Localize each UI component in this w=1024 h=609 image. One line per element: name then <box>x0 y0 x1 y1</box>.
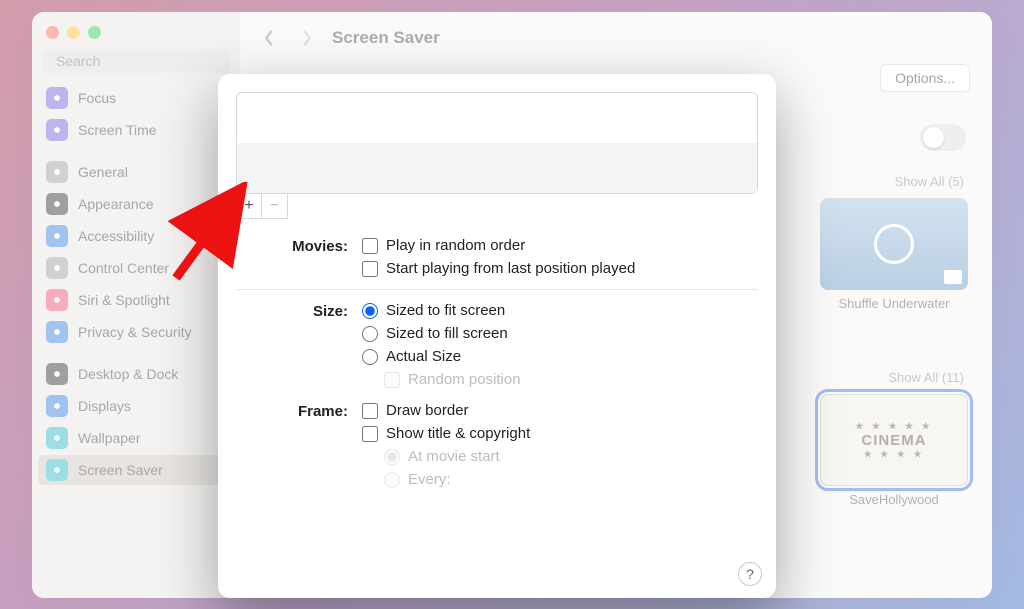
sidebar-item-screen-saver[interactable]: Screen Saver <box>38 455 234 485</box>
sidebar-item-label: Accessibility <box>78 228 154 244</box>
sidebar-item-displays[interactable]: Displays <box>38 391 234 421</box>
sidebar-item-privacy-security[interactable]: Privacy & Security <box>38 317 234 347</box>
sidebar-item-label: Displays <box>78 398 131 414</box>
sidebar-icon <box>46 395 68 417</box>
sidebar-item-control-center[interactable]: Control Center <box>38 253 234 283</box>
random-position-checkbox: Random position <box>384 371 758 388</box>
size-fill-radio[interactable]: Sized to fill screen <box>362 325 758 342</box>
sidebar-item-accessibility[interactable]: Accessibility <box>38 221 234 251</box>
window-controls <box>32 22 240 49</box>
sidebar-item-label: Wallpaper <box>78 430 141 446</box>
sidebar-item-label: Siri & Spotlight <box>78 292 170 308</box>
minimize-window-button[interactable] <box>67 26 80 39</box>
sidebar-item-label: Appearance <box>78 196 154 212</box>
sidebar-item-label: Focus <box>78 90 116 106</box>
thumb-preview <box>820 198 968 290</box>
chevron-left-icon <box>263 29 275 47</box>
screensaver-thumb-selected[interactable]: ★ ★ ★ ★ ★ CINEMA ★ ★ ★ ★ SaveHollywood <box>820 394 968 507</box>
sidebar-item-label: Screen Time <box>78 122 157 138</box>
sidebar-item-label: Desktop & Dock <box>78 366 178 382</box>
sidebar-item-label: General <box>78 164 128 180</box>
thumb-label: SaveHollywood <box>849 492 939 507</box>
sidebar-item-focus[interactable]: Focus <box>38 83 234 113</box>
sidebar-item-general[interactable]: General <box>38 157 234 187</box>
sidebar-item-wallpaper[interactable]: Wallpaper <box>38 423 234 453</box>
sidebar-icon <box>46 459 68 481</box>
options-sheet: + − Movies: Play in random order Start p… <box>218 74 776 598</box>
play-random-order-checkbox[interactable]: Play in random order <box>362 237 758 254</box>
sidebar-icon <box>46 225 68 247</box>
titlebar: Screen Saver <box>240 12 992 64</box>
remove-button[interactable]: − <box>262 194 287 218</box>
separator <box>236 289 758 290</box>
every-radio: Every: <box>384 471 758 488</box>
options-button[interactable]: Options... <box>880 64 970 92</box>
close-window-button[interactable] <box>46 26 59 39</box>
sidebar-list: Focus Screen Time General Appearance Accessi… <box>32 83 240 487</box>
thumb-label: Shuffle Underwater <box>838 296 949 311</box>
sidebar-icon <box>46 257 68 279</box>
sidebar-icon <box>46 289 68 311</box>
maximize-window-button[interactable] <box>88 26 101 39</box>
show-title-checkbox[interactable]: Show title & copyright <box>362 425 758 442</box>
add-remove-buttons: + − <box>236 194 288 219</box>
sidebar-item-label: Control Center <box>78 260 169 276</box>
page-title: Screen Saver <box>332 28 440 48</box>
sidebar-icon <box>46 193 68 215</box>
show-all-link[interactable]: Show All (5) <box>895 174 964 189</box>
screensaver-toggle[interactable] <box>920 124 966 151</box>
add-button[interactable]: + <box>237 194 262 218</box>
back-button[interactable] <box>256 25 282 51</box>
list-row[interactable] <box>237 93 757 143</box>
sidebar-icon <box>46 119 68 141</box>
list-row[interactable] <box>237 143 757 193</box>
sidebar-item-screen-time[interactable]: Screen Time <box>38 115 234 145</box>
help-button[interactable]: ? <box>738 562 762 586</box>
sidebar-icon <box>46 161 68 183</box>
size-fit-radio[interactable]: Sized to fit screen <box>362 302 758 319</box>
search-field[interactable] <box>42 49 230 73</box>
forward-button[interactable] <box>294 25 320 51</box>
sidebar-icon <box>46 427 68 449</box>
sidebar: Focus Screen Time General Appearance Accessi… <box>32 12 240 598</box>
sidebar-item-label: Screen Saver <box>78 462 163 478</box>
sidebar-item-label: Privacy & Security <box>78 324 192 340</box>
thumb-preview: ★ ★ ★ ★ ★ CINEMA ★ ★ ★ ★ <box>820 394 968 486</box>
sidebar-item-desktop-dock[interactable]: Desktop & Dock <box>38 359 234 389</box>
frame-label: Frame: <box>236 402 362 420</box>
movies-file-list[interactable] <box>236 92 758 194</box>
resume-last-position-checkbox[interactable]: Start playing from last position played <box>362 260 758 277</box>
screensaver-thumb[interactable]: Shuffle Underwater <box>820 198 968 311</box>
sidebar-icon <box>46 363 68 385</box>
draw-border-checkbox[interactable]: Draw border <box>362 402 758 419</box>
size-label: Size: <box>236 302 362 320</box>
sidebar-icon <box>46 87 68 109</box>
sidebar-item-appearance[interactable]: Appearance <box>38 189 234 219</box>
sidebar-icon <box>46 321 68 343</box>
at-movie-start-radio: At movie start <box>384 448 758 465</box>
size-actual-radio[interactable]: Actual Size <box>362 348 758 365</box>
sidebar-item-siri-spotlight[interactable]: Siri & Spotlight <box>38 285 234 315</box>
show-all-link[interactable]: Show All (11) <box>888 370 964 385</box>
movies-label: Movies: <box>236 237 362 255</box>
search-input[interactable] <box>56 53 237 69</box>
chevron-right-icon <box>301 29 313 47</box>
